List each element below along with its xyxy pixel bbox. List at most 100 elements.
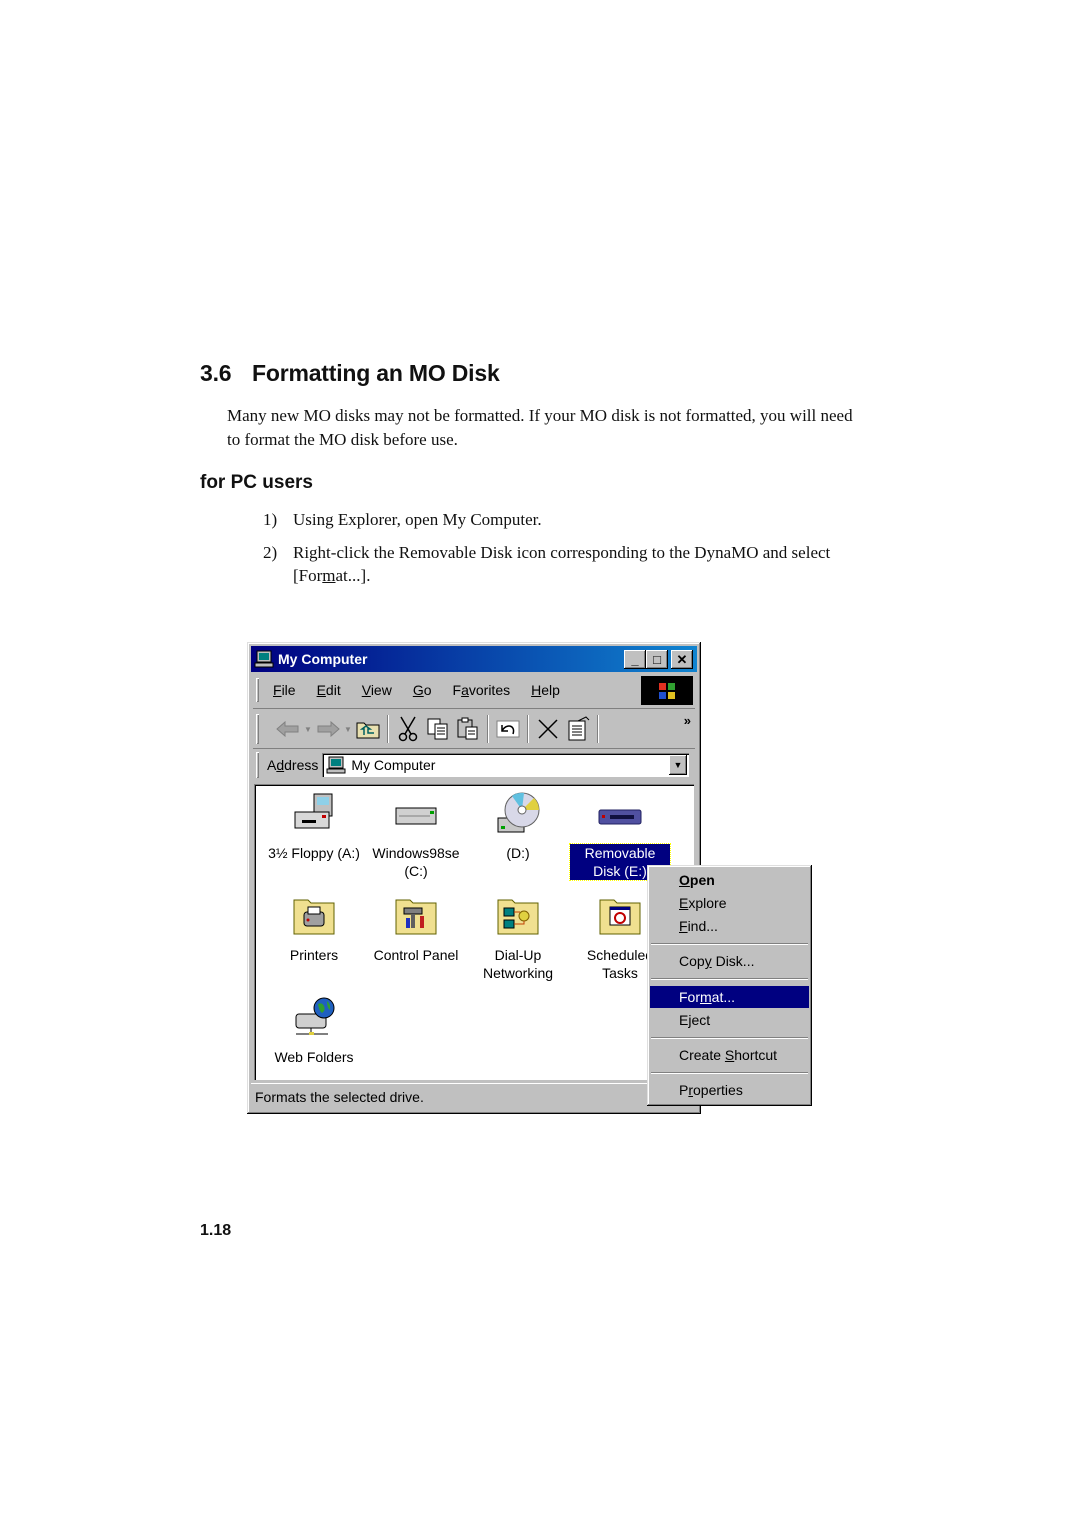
- menu-edit[interactable]: Edit: [317, 682, 341, 698]
- menu-label: operties: [693, 1082, 743, 1098]
- context-menu-create-shortcut[interactable]: Create Shortcut: [650, 1044, 809, 1066]
- context-menu-open[interactable]: Open: [650, 869, 809, 891]
- drive-item-c[interactable]: Windows98se (C:): [366, 790, 466, 880]
- mnemonic: O: [679, 872, 690, 888]
- step-number: 2): [263, 543, 278, 562]
- my-computer-window: My Computer _ □ ✕ File Edit View Go Favo…: [247, 642, 701, 1114]
- mnemonic: S: [724, 1047, 735, 1063]
- mnemonic: V: [361, 682, 371, 698]
- toolbar-grip[interactable]: [256, 714, 259, 744]
- title-bar[interactable]: My Computer _ □ ✕: [251, 646, 697, 672]
- toolbar-separator: [387, 715, 389, 743]
- menu-label: o: [423, 682, 432, 698]
- step-text-part: at...].: [335, 566, 371, 585]
- menu-go[interactable]: Go: [413, 682, 432, 698]
- cd-drive-icon: [497, 792, 540, 833]
- menu-separator: [651, 1037, 808, 1039]
- context-menu-find[interactable]: Find...: [650, 915, 809, 937]
- address-label-part: A: [267, 757, 277, 773]
- cut-icon[interactable]: [393, 714, 423, 744]
- paste-icon[interactable]: [453, 714, 483, 744]
- folder-item-dialup-networking[interactable]: Dial-Up Networking: [468, 892, 568, 982]
- window-title: My Computer: [278, 651, 368, 667]
- close-button[interactable]: ✕: [671, 650, 693, 669]
- menu-label: vorites: [468, 682, 511, 698]
- step-text-mnemonic: m: [322, 566, 336, 585]
- removable-disk-icon: [598, 809, 642, 825]
- printers-folder-icon: [293, 899, 335, 935]
- menu-label: pen: [689, 872, 715, 888]
- menu-label: at...: [711, 989, 736, 1005]
- address-input[interactable]: My Computer ▼: [322, 753, 689, 777]
- maximize-button[interactable]: □: [646, 650, 668, 669]
- step-text: Right-click the Removable Disk icon corr…: [293, 541, 848, 587]
- undo-icon[interactable]: [493, 714, 523, 744]
- context-menu-explore[interactable]: Explore: [650, 892, 809, 914]
- menu-help[interactable]: Help: [531, 682, 560, 698]
- menu-separator: [651, 978, 808, 980]
- menu-label: Create: [679, 1047, 725, 1063]
- menubar-grip[interactable]: [256, 678, 259, 702]
- drive-item-d[interactable]: (D:): [468, 790, 568, 862]
- menu-label: For: [679, 989, 700, 1005]
- forward-dropdown-icon[interactable]: ▼: [343, 725, 353, 734]
- file-view: 3½ Floppy (A:) Windows98se (C:) (D:) Rem…: [254, 784, 694, 1080]
- item-label: Control Panel: [373, 947, 459, 963]
- drive-item-floppy[interactable]: 3½ Floppy (A:): [264, 790, 364, 862]
- context-menu-eject[interactable]: Eject: [650, 1009, 809, 1031]
- context-menu: Open Explore Find... Copy Disk... Format…: [647, 865, 812, 1106]
- forward-icon[interactable]: [313, 714, 343, 744]
- back-dropdown-icon[interactable]: ▼: [303, 725, 313, 734]
- properties-icon[interactable]: [563, 714, 593, 744]
- delete-icon[interactable]: [533, 714, 563, 744]
- context-menu-properties[interactable]: Properties: [650, 1079, 809, 1101]
- menu-label: Ejec: [679, 1012, 707, 1028]
- status-bar: Formats the selected drive.: [251, 1083, 697, 1110]
- context-menu-copy-disk[interactable]: Copy Disk...: [650, 950, 809, 972]
- address-dropdown-button[interactable]: ▼: [669, 755, 687, 775]
- menu-separator: [651, 1072, 808, 1074]
- menu-bar: File Edit View Go Favorites Help: [253, 675, 637, 705]
- intro-paragraph: Many new MO disks may not be formatted. …: [227, 406, 853, 449]
- menu-label: hortcut: [734, 1047, 778, 1063]
- up-folder-icon[interactable]: [353, 714, 383, 744]
- toolbar-overflow-button[interactable]: »: [684, 713, 691, 728]
- item-label: Printers: [289, 947, 339, 963]
- dialup-networking-folder-icon: [497, 899, 539, 935]
- mnemonic: d: [276, 757, 285, 773]
- address-label-part: dress: [284, 757, 319, 773]
- folder-item-printers[interactable]: Printers: [264, 892, 364, 964]
- context-menu-format[interactable]: Format...: [650, 986, 809, 1008]
- menu-label: elp: [541, 682, 560, 698]
- folder-item-control-panel[interactable]: Control Panel: [366, 892, 466, 964]
- control-panel-folder-icon: [395, 899, 437, 935]
- computer-icon: [254, 650, 274, 668]
- menu-favorites[interactable]: Favorites: [453, 682, 511, 698]
- menu-view[interactable]: View: [362, 682, 392, 698]
- section-heading: 3.6 Formatting an MO Disk: [200, 360, 500, 387]
- mnemonic: m: [700, 989, 712, 1005]
- computer-icon: [326, 756, 346, 774]
- address-label: Address: [267, 757, 318, 773]
- menu-label: Disk...: [711, 953, 755, 969]
- back-icon[interactable]: [273, 714, 303, 744]
- menu-label: ind...: [687, 918, 718, 934]
- mnemonic: E: [679, 895, 689, 911]
- menu-file[interactable]: File: [273, 682, 296, 698]
- menu-label: P: [679, 1082, 689, 1098]
- address-value: My Computer: [351, 757, 436, 773]
- item-label: Dial-Up Networking: [482, 947, 554, 981]
- mnemonic: y: [704, 953, 712, 969]
- toolbar: ▼ ▼ »: [253, 708, 695, 749]
- menu-label: Cop: [679, 953, 705, 969]
- step-text-part: Right-click the Removable Disk icon corr…: [293, 543, 831, 585]
- addressbar-grip[interactable]: [256, 752, 259, 778]
- status-text: Formats the selected drive.: [255, 1089, 424, 1105]
- minimize-button[interactable]: _: [624, 650, 646, 669]
- mnemonic: F: [679, 918, 688, 934]
- folder-item-web-folders[interactable]: Web Folders: [264, 994, 364, 1066]
- menu-label: ile: [281, 682, 296, 698]
- menu-label: dit: [325, 682, 341, 698]
- item-label: 3½ Floppy (A:): [268, 845, 360, 861]
- copy-icon[interactable]: [423, 714, 453, 744]
